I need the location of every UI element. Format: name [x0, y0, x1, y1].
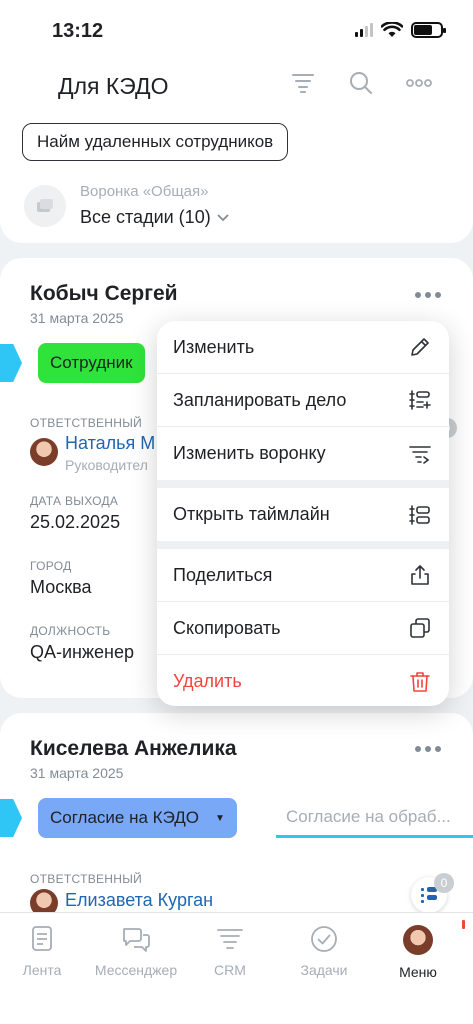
- exit-date-label: ДАТА ВЫХОДА: [30, 494, 119, 508]
- stage-arrow-icon: [0, 799, 22, 837]
- menu-item-label: Поделиться: [173, 564, 273, 585]
- status-bar: 13:12: [0, 0, 473, 60]
- menu-item-label: Открыть таймлайн: [173, 504, 330, 524]
- crm-icon: [217, 929, 243, 949]
- menu-separator: [157, 541, 449, 549]
- responsible-name[interactable]: Елизавета Курган: [65, 890, 213, 911]
- exit-date-value: 25.02.2025: [30, 512, 121, 532]
- more-icon[interactable]: [415, 292, 441, 298]
- menu-item-label: Изменить: [173, 336, 255, 357]
- avatar: [403, 925, 433, 955]
- menu-item-label: Скопировать: [173, 617, 281, 638]
- pencil-icon: [407, 334, 433, 360]
- counter-badge: 0: [434, 873, 454, 893]
- city-label: ГОРОД: [30, 559, 72, 573]
- responsible-role: Руководител: [65, 457, 148, 473]
- deal-name: Киселева Анжелика: [30, 737, 237, 760]
- chevron-down-icon: [217, 213, 229, 221]
- more-icon[interactable]: [415, 746, 441, 752]
- deal-card[interactable]: Киселева Анжелика 31 марта 2025 Согласие…: [0, 713, 473, 923]
- messenger-icon: [123, 928, 150, 952]
- caret-down-icon: ▼: [214, 812, 225, 824]
- menu-separator: [157, 480, 449, 488]
- menu-item-change-funnel[interactable]: Изменить воронку: [157, 427, 449, 480]
- funnel-chip[interactable]: Найм удаленных сотрудников: [22, 123, 289, 161]
- trash-icon: [407, 669, 433, 695]
- status-icons: [355, 22, 446, 38]
- responsible-label: ОТВЕТСТВЕННЫЙ: [30, 416, 143, 430]
- more-icon[interactable]: [404, 68, 434, 98]
- deal-date: 31 марта 2025: [30, 765, 124, 781]
- status-time: 13:12: [52, 20, 104, 42]
- menu-item-label: Запланировать дело: [173, 389, 347, 410]
- tab-label: CRM: [214, 962, 246, 978]
- menu-item-plan-task[interactable]: Запланировать дело: [157, 374, 449, 427]
- menu-item-edit[interactable]: Изменить: [157, 321, 449, 374]
- menu-item-delete[interactable]: Удалить: [157, 655, 449, 706]
- tab-bar: Лента Мессенджер CRM Задачи Меню: [0, 912, 473, 1024]
- funnel-value: Все стадии (10): [80, 207, 211, 227]
- funnel-icon: [24, 185, 66, 227]
- tab-menu[interactable]: Меню: [371, 925, 465, 980]
- share-icon: [407, 562, 433, 588]
- copy-icon: [407, 615, 433, 641]
- filter-funnel-icon[interactable]: [288, 68, 318, 98]
- tab-label: Лента: [22, 962, 62, 978]
- search-icon[interactable]: [346, 68, 376, 98]
- header: Для КЭДО Найм удаленных сотрудников Воро…: [0, 60, 473, 243]
- tab-crm[interactable]: CRM: [183, 925, 277, 978]
- deal-date: 31 марта 2025: [30, 310, 124, 326]
- stage-label: Согласие на КЭДО: [50, 808, 199, 827]
- stage-pill[interactable]: Сотрудник: [38, 343, 145, 383]
- menu-item-copy[interactable]: Скопировать: [157, 602, 449, 655]
- funnel-selector[interactable]: Все стадии (10): [80, 207, 229, 228]
- battery-icon: [411, 22, 446, 38]
- tab-label: Мессенджер: [94, 962, 178, 978]
- position-value: QA-инженер: [30, 642, 135, 662]
- feed-icon: [32, 926, 52, 951]
- menu-item-label: Удалить: [173, 671, 242, 691]
- responsible-name[interactable]: Наталья М: [65, 433, 155, 454]
- menu-item-share[interactable]: Поделиться: [157, 549, 449, 602]
- menu-item-label: Изменить воронку: [173, 443, 326, 463]
- tab-messenger[interactable]: Мессенджер: [89, 925, 183, 978]
- tab-feed[interactable]: Лента: [0, 925, 89, 978]
- deal-name: Кобыч Сергей: [30, 282, 178, 305]
- stage-pill[interactable]: Согласие на КЭДО ▼: [38, 798, 237, 838]
- tab-tasks[interactable]: Задачи: [277, 925, 371, 978]
- tab-label: Меню: [399, 964, 437, 980]
- menu-item-open-timeline[interactable]: Открыть таймлайн: [157, 488, 449, 541]
- next-stage[interactable]: Согласие на обраб...: [276, 798, 473, 838]
- timeline-icon: [407, 502, 433, 528]
- city-value: Москва: [30, 577, 92, 597]
- page-title: Для КЭДО: [58, 73, 169, 99]
- position-label: ДОЛЖНОСТЬ: [30, 624, 111, 638]
- plan-task-icon: [407, 387, 433, 413]
- funnel-label: Воронка «Общая»: [80, 183, 209, 200]
- tab-label: Задачи: [300, 962, 348, 978]
- context-menu: Изменить Запланировать дело Изменить вор…: [157, 321, 449, 706]
- tasks-icon: [311, 926, 337, 952]
- notification-indicator: [462, 920, 465, 929]
- signal-icon: [355, 23, 373, 37]
- responsible-label: ОТВЕТСТВЕННЫЙ: [30, 872, 143, 886]
- change-funnel-icon: [407, 441, 433, 467]
- avatar: [30, 438, 58, 466]
- stage-arrow-icon: [0, 344, 22, 382]
- wifi-icon: [381, 22, 403, 37]
